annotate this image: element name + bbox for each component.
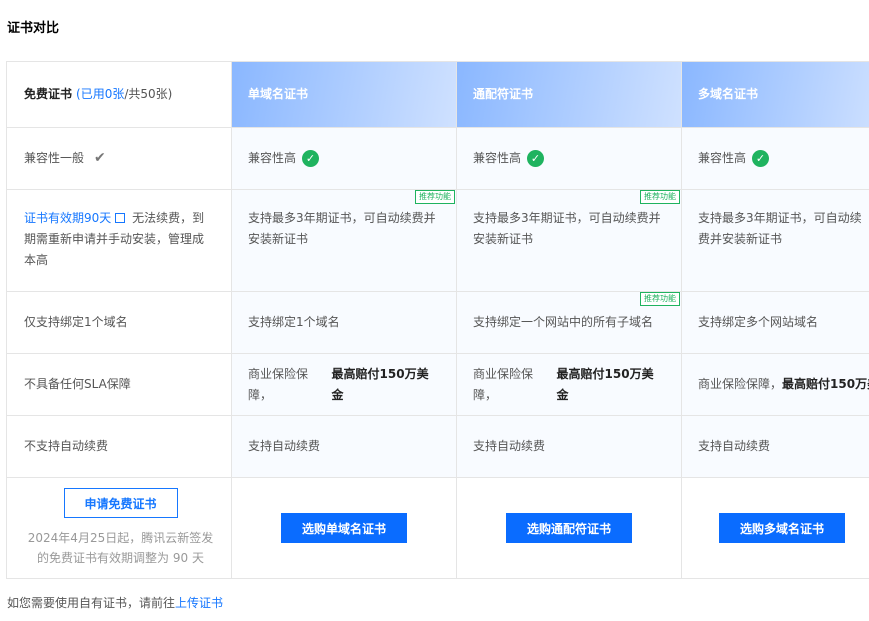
sla-free: 不具备任何SLA保障: [6, 354, 232, 415]
validity-wildcard: 推荐功能 支持最多3年期证书，可自动续费并安装新证书: [457, 190, 682, 291]
renew-single: 支持自动续费: [232, 416, 457, 477]
header-wildcard: 通配符证书: [457, 62, 682, 127]
upload-hint: 如您需要使用自有证书，请前往上传证书: [7, 594, 223, 611]
renew-wildcard: 支持自动续费: [457, 416, 682, 477]
check-circle-icon: ✓: [527, 150, 545, 167]
free-header: 免费证书 (已用0张/共50张): [6, 62, 232, 127]
compat-free: 兼容性一般 ✔: [6, 128, 232, 189]
renew-row: 不支持自动续费 支持自动续费 支持自动续费 支持自动续费: [6, 416, 869, 478]
recommend-tag: 推荐功能: [640, 190, 680, 204]
sla-prefix: 商业保险保障，: [248, 366, 309, 402]
domains-row: 仅支持绑定1个域名 支持绑定1个域名 推荐功能 支持绑定一个网站中的所有子域名 …: [6, 292, 869, 354]
sla-prefix: 商业保险保障，: [473, 366, 534, 402]
buy-wildcard-button[interactable]: 选购通配符证书: [506, 513, 632, 543]
sla-highlight: 最高赔付150万美金: [782, 377, 869, 391]
buy-multi-domain-button[interactable]: 选购多域名证书: [719, 513, 845, 543]
external-link-icon[interactable]: [115, 213, 126, 223]
apply-free-cert-button[interactable]: 申请免费证书: [63, 488, 178, 518]
compat-row: 兼容性一般 ✔ 兼容性高 ✓ 兼容性高 ✓ 兼容性高 ✓: [6, 128, 869, 190]
recommend-tag: 推荐功能: [415, 190, 455, 204]
compat-single-text: 兼容性高: [248, 151, 297, 165]
domains-single: 支持绑定1个域名: [232, 292, 457, 353]
domains-wildcard: 推荐功能 支持绑定一个网站中的所有子域名: [457, 292, 682, 353]
check-circle-icon: ✓: [302, 150, 320, 167]
compat-wildcard-text: 兼容性高: [473, 151, 522, 165]
recommend-tag: 推荐功能: [640, 292, 680, 306]
validity-multi-text: 支持最多3年期证书，可自动续费并安装新证书: [698, 211, 862, 246]
sla-multi: 商业保险保障，最高赔付150万美金: [682, 354, 869, 415]
sla-highlight: 最高赔付150万美金: [556, 366, 654, 402]
compat-single: 兼容性高 ✓: [232, 128, 457, 189]
validity-single: 推荐功能 支持最多3年期证书，可自动续费并安装新证书: [232, 190, 457, 291]
renew-free: 不支持自动续费: [6, 416, 232, 477]
page-title: 证书对比: [7, 21, 60, 36]
footer-row: 申请免费证书 2024年4月25日起，腾讯云新签发的免费证书有效期调整为 90 …: [6, 478, 869, 579]
compat-free-text: 兼容性一般: [24, 151, 85, 165]
validity-single-text: 支持最多3年期证书，可自动续费并安装新证书: [248, 211, 436, 246]
sla-row: 不具备任何SLA保障 商业保险保障， 最高赔付150万美金 商业保险保障， 最高赔付…: [6, 354, 869, 416]
header-single-domain: 单域名证书: [232, 62, 457, 127]
upload-cert-link[interactable]: 上传证书: [175, 596, 223, 610]
domains-free: 仅支持绑定1个域名: [6, 292, 232, 353]
renew-multi: 支持自动续费: [682, 416, 869, 477]
check-icon: ✔: [94, 150, 106, 166]
free-total-count: /共50张): [124, 87, 173, 101]
free-title: 免费证书: [24, 87, 73, 101]
validity-wildcard-text: 支持最多3年期证书，可自动续费并安装新证书: [473, 211, 661, 246]
footer-wildcard: 选购通配符证书: [457, 478, 682, 578]
header-row: 免费证书 (已用0张/共50张) 单域名证书 通配符证书 多域名证书: [6, 61, 869, 128]
footer-single: 选购单域名证书: [232, 478, 457, 578]
sla-wildcard: 商业保险保障， 最高赔付150万美金: [457, 354, 682, 415]
free-cert-note: 2024年4月25日起，腾讯云新签发的免费证书有效期调整为 90 天: [27, 531, 214, 565]
comparison-table: 免费证书 (已用0张/共50张) 单域名证书 通配符证书 多域名证书 兼容性一般…: [6, 61, 869, 579]
header-multi-domain: 多域名证书: [682, 62, 869, 127]
upload-hint-text: 如您需要使用自有证书，请前往: [7, 596, 176, 610]
compat-multi: 兼容性高 ✓: [682, 128, 869, 189]
buy-single-domain-button[interactable]: 选购单域名证书: [281, 513, 407, 543]
footer-free: 申请免费证书 2024年4月25日起，腾讯云新签发的免费证书有效期调整为 90 …: [6, 478, 232, 578]
footer-multi: 选购多域名证书: [682, 478, 869, 578]
validity-multi: 支持最多3年期证书，可自动续费并安装新证书: [682, 190, 869, 291]
check-circle-icon: ✓: [752, 150, 770, 167]
sla-highlight: 最高赔付150万美金: [331, 366, 429, 402]
sla-prefix: 商业保险保障，: [698, 377, 783, 391]
domains-multi: 支持绑定多个网站域名: [682, 292, 869, 353]
compat-wildcard: 兼容性高 ✓: [457, 128, 682, 189]
validity-free: 证书有效期90天 无法续费，到期需重新申请并手动安装，管理成本高: [6, 190, 232, 291]
free-used-count: (已用0张: [76, 87, 125, 101]
validity-row: 证书有效期90天 无法续费，到期需重新申请并手动安装，管理成本高 推荐功能 支持…: [6, 190, 869, 292]
domains-wildcard-text: 支持绑定一个网站中的所有子域名: [473, 315, 654, 329]
validity-link[interactable]: 证书有效期90天: [24, 211, 111, 225]
compat-multi-text: 兼容性高: [698, 151, 747, 165]
sla-single: 商业保险保障， 最高赔付150万美金: [232, 354, 457, 415]
